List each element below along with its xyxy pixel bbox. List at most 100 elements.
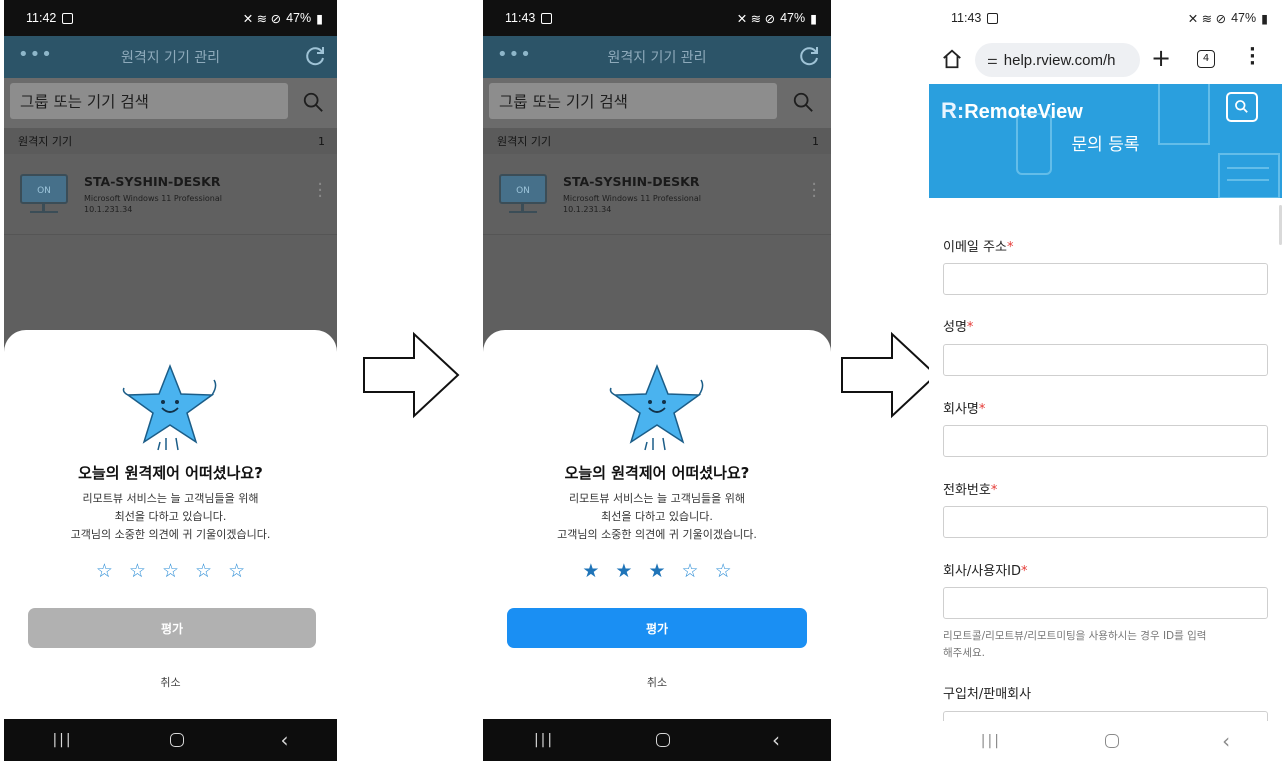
url-text: help.rview.com/h [1003,51,1116,69]
search-input[interactable]: 그룹 또는 기기 검색 [489,83,777,119]
section-label: 원격지 기기 [497,135,552,148]
device-section-header: 원격지 기기 1 [483,128,831,154]
back-icon[interactable]: ‹ [281,728,289,752]
email-field[interactable] [943,263,1268,295]
star-filled-icon[interactable]: ★ [582,560,599,582]
battery-level: 47% [286,11,312,25]
cancel-button[interactable]: 취소 [483,674,831,690]
description-line: 고객님의 소중한 의견에 귀 기울이겠습니다. [557,528,757,541]
section-count: 1 [318,134,325,148]
page-title: 문의 등록 [1071,135,1140,155]
section-count: 1 [812,134,819,148]
device-name: STA-SYSHIN-DESKR [84,174,221,189]
battery-icon: ▮ [1261,11,1268,26]
company-field[interactable] [943,425,1268,457]
refresh-icon[interactable] [303,44,327,68]
home-icon[interactable] [941,48,963,70]
required-mark: * [1021,564,1028,579]
search-placeholder: 그룹 또는 기기 검색 [499,93,628,111]
description-line: 최선을 다하고 있습니다. [601,510,713,523]
browser-toolbar: ⚌ help.rview.com/h + 4 · · · [929,36,1282,84]
page-header: R:RemoteView 문의 등록 [929,84,1282,198]
description-line: 고객님의 소중한 의견에 귀 기울이겠습니다. [70,528,271,541]
device-list-item[interactable]: ON STA-SYSHIN-DESKR Microsoft Windows 11… [483,154,831,235]
star-filled-icon[interactable]: ★ [648,560,665,582]
user-id-label: 회사/사용자ID* [943,560,1028,579]
tab-switcher-icon[interactable]: 4 [1197,50,1215,68]
search-icon[interactable] [1226,92,1258,122]
search-row: 그룹 또는 기기 검색 [483,78,831,128]
star-empty-icon[interactable]: ☆ [129,560,146,582]
label-text: 성명 [943,320,967,335]
back-icon[interactable]: ‹ [772,728,780,752]
recent-apps-icon[interactable]: ||| [981,733,1001,749]
star-empty-icon[interactable]: ☆ [162,560,179,582]
label-text: 이메일 주소 [943,240,1007,255]
battery-icon: ▮ [316,11,323,26]
url-bar[interactable]: ⚌ help.rview.com/h [975,43,1140,77]
browser-menu-icon[interactable]: · · · [1249,41,1256,73]
star-filled-icon[interactable]: ★ [615,560,632,582]
help-line: 해주세요. [943,647,985,659]
phone-field[interactable] [943,506,1268,538]
system-nav-bar: ||| ‹ [4,719,337,761]
status-bar: 11:42 ✕ ≋ ⊘ 47% ▮ [4,0,337,36]
brand-logo[interactable]: R:RemoteView [941,98,1083,124]
device-more-icon[interactable]: · · · [811,176,817,206]
more-menu-icon[interactable]: ••• [497,44,532,65]
flow-arrow-icon [363,331,460,419]
home-icon[interactable] [169,733,184,747]
flow-arrow-icon [841,331,938,419]
home-icon[interactable] [656,733,671,747]
search-row: 그룹 또는 기기 검색 [4,78,337,128]
notification-icon [987,12,999,24]
star-rating: ☆ ☆ ☆ ☆ ☆ [4,560,337,582]
submit-rating-button[interactable]: 평가 [28,608,316,648]
search-placeholder: 그룹 또는 기기 검색 [20,93,149,111]
back-icon[interactable]: ‹ [1222,729,1230,753]
rating-question: 오늘의 원격제어 어떠셨나요? [564,464,750,482]
name-field[interactable] [943,344,1268,376]
company-label: 회사명* [943,398,985,417]
more-menu-icon[interactable]: ••• [18,44,53,65]
device-ip: 10.1.231.34 [84,205,133,214]
refresh-icon[interactable] [797,44,821,68]
monitor-base [30,211,58,213]
signal-icon: ✕ ≋ ⊘ [242,11,282,26]
new-tab-icon[interactable]: + [1151,44,1171,72]
name-label: 성명* [943,316,973,335]
recent-apps-icon[interactable]: ||| [52,732,72,748]
device-list-item[interactable]: ON STA-SYSHIN-DESKR Microsoft Windows 11… [4,154,337,235]
site-settings-icon[interactable]: ⚌ [987,53,998,67]
monitor-icon: ON [20,174,68,204]
phone-label: 전화번호* [943,479,997,498]
star-empty-icon[interactable]: ☆ [228,560,245,582]
app-title: 원격지 기기 관리 [607,50,707,66]
help-line: 리모트콜/리모트뷰/리모트미팅을 사용하시는 경우 ID를 입력 [943,630,1207,642]
cancel-button[interactable]: 취소 [4,674,337,690]
notification-icon [62,12,74,24]
label-text: 전화번호 [943,483,991,498]
rating-description: 리모트뷰 서비스는 늘 고객님들을 위해 최선을 다하고 있습니다. 고객님의 … [4,490,337,544]
star-empty-icon[interactable]: ☆ [715,560,732,582]
rating-description: 리모트뷰 서비스는 늘 고객님들을 위해 최선을 다하고 있습니다. 고객님의 … [483,490,831,544]
submit-rating-button[interactable]: 평가 [507,608,807,648]
search-icon[interactable] [302,91,324,113]
required-mark: * [1006,240,1014,255]
home-icon[interactable] [1104,734,1119,748]
search-icon[interactable] [792,91,814,113]
recent-apps-icon[interactable]: ||| [534,732,554,748]
star-empty-icon[interactable]: ☆ [195,560,212,582]
vendor-label: 구입처/판매회사 [943,683,1031,702]
device-more-icon[interactable]: · · · [317,176,323,206]
search-input[interactable]: 그룹 또는 기기 검색 [10,83,288,119]
signal-icon: ✕ ≋ ⊘ [1187,11,1227,26]
phone-screen-inquiry-form: 11:43 ✕ ≋ ⊘ 47% ▮ ⚌ help.rview.com/h + 4 · ·… [929,0,1282,761]
star-empty-icon[interactable]: ☆ [96,560,113,582]
status-time: 11:43 [951,11,982,25]
star-empty-icon[interactable]: ☆ [682,560,699,582]
user-id-field[interactable] [943,587,1268,619]
monitor-icon: ON [499,174,547,204]
email-label: 이메일 주소* [943,236,1013,255]
label-text: 회사명 [943,402,979,417]
